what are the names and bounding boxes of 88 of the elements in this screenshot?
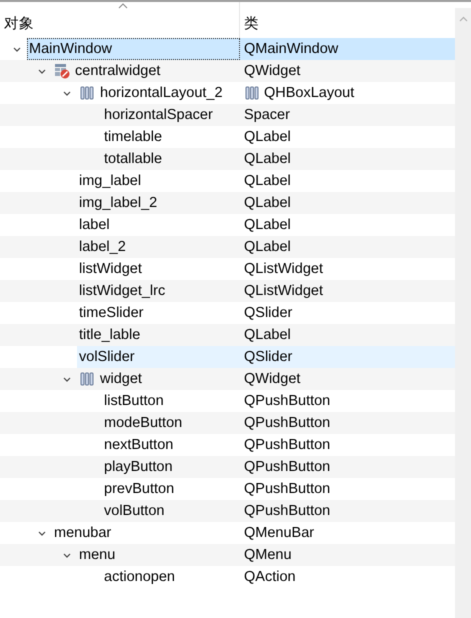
item-name: title_lable <box>79 327 140 343</box>
class-name: QAction <box>244 569 296 585</box>
class-name: QLabel <box>244 195 291 211</box>
class-name: QLabel <box>244 173 291 189</box>
item-name: menubar <box>54 525 112 541</box>
item-name: label_2 <box>79 239 126 255</box>
tree-item-background[interactable]: widget <box>77 368 240 390</box>
tree-item-background[interactable]: modeButton <box>102 412 240 434</box>
class-name: QMenu <box>244 547 292 563</box>
tree-item-background[interactable]: label <box>77 214 240 236</box>
tree-item-background[interactable]: totallable <box>102 148 240 170</box>
class-name: QLabel <box>244 327 291 343</box>
tree-item-background[interactable]: volSlider <box>77 346 240 368</box>
item-name: listWidget_lrc <box>79 283 166 299</box>
class-name: QPushButton <box>244 459 330 475</box>
item-name: menu <box>79 547 116 563</box>
tree-item-background[interactable]: nextButton <box>102 434 240 456</box>
tree-item-background[interactable]: MainWindow <box>27 38 240 60</box>
expand-chevron-icon[interactable] <box>12 45 22 53</box>
tree-item-background[interactable]: listWidget_lrc <box>77 280 240 302</box>
tree-item-background[interactable]: playButton <box>102 456 240 478</box>
class-name: QPushButton <box>244 503 330 519</box>
tree-item-background[interactable]: prevButton <box>102 478 240 500</box>
tree-item-background[interactable]: img_label <box>77 170 240 192</box>
class-name: QPushButton <box>244 481 330 497</box>
column-header[interactable]: 类 <box>244 14 259 33</box>
item-name: MainWindow <box>29 41 112 57</box>
item-name: listWidget <box>79 261 142 277</box>
tree-item-background[interactable]: actionopen <box>102 566 240 588</box>
class-name: QLabel <box>244 129 291 145</box>
class-name: QListWidget <box>244 283 323 299</box>
class-name: QWidget <box>244 371 300 387</box>
class-name: QLabel <box>244 239 291 255</box>
sort-caret-icon <box>117 2 129 10</box>
column-header[interactable]: 对象 <box>4 14 34 33</box>
expand-chevron-icon[interactable] <box>62 89 72 97</box>
item-name: nextButton <box>104 437 174 453</box>
tree-item-background[interactable]: centralwidget <box>52 60 240 82</box>
item-name: listButton <box>104 393 164 409</box>
class-name: QListWidget <box>244 261 323 277</box>
columns-icon <box>79 371 95 387</box>
class-name: Spacer <box>244 107 290 123</box>
item-name: modeButton <box>104 415 182 431</box>
item-name: centralwidget <box>75 63 160 79</box>
expand-chevron-icon[interactable] <box>62 375 72 383</box>
columns-icon <box>79 85 95 101</box>
class-name: QLabel <box>244 217 291 233</box>
class-name: QSlider <box>244 349 292 365</box>
tree-item-background[interactable]: menu <box>77 544 240 566</box>
item-name: volButton <box>104 503 164 519</box>
tree-item-background[interactable]: label_2 <box>77 236 240 258</box>
class-name: QMainWindow <box>244 41 338 57</box>
class-name: QPushButton <box>244 393 330 409</box>
tree-item-background[interactable]: listButton <box>102 390 240 412</box>
item-name: timeSlider <box>79 305 144 321</box>
tree-item-background[interactable]: menubar <box>52 522 240 544</box>
tree-item-background[interactable]: horizontalSpacer <box>102 104 240 126</box>
item-name: volSlider <box>79 349 135 365</box>
item-name: timelable <box>104 129 162 145</box>
tree-item-background[interactable]: title_lable <box>77 324 240 346</box>
widget-icon <box>54 63 70 79</box>
expand-chevron-icon[interactable] <box>62 551 72 559</box>
expand-chevron-icon[interactable] <box>36 67 46 75</box>
item-name: prevButton <box>104 481 174 497</box>
item-name: img_label_2 <box>79 195 158 211</box>
class-name: QWidget <box>244 63 300 79</box>
tree-item-background[interactable]: timeSlider <box>77 302 240 324</box>
tree-item-background[interactable]: img_label_2 <box>77 192 240 214</box>
class-name: QMenuBar <box>244 525 314 541</box>
item-name: img_label <box>79 173 142 189</box>
class-name: QLabel <box>244 151 291 167</box>
item-name: totallable <box>104 151 162 167</box>
tree-item-background[interactable]: horizontalLayout_2 <box>77 82 240 104</box>
item-name: label <box>79 217 110 233</box>
columns-icon <box>244 85 260 101</box>
tree-item-background[interactable]: volButton <box>102 500 240 522</box>
item-name: horizontalLayout_2 <box>100 85 223 101</box>
tree-item-background[interactable]: timelable <box>102 126 240 148</box>
item-name: widget <box>100 371 142 387</box>
class-name: QHBoxLayout <box>264 85 354 101</box>
class-name: QPushButton <box>244 437 330 453</box>
item-name: playButton <box>104 459 173 475</box>
expand-chevron-icon[interactable] <box>36 529 46 537</box>
tree-item-background[interactable]: listWidget <box>77 258 240 280</box>
item-name: actionopen <box>104 569 175 585</box>
class-name: QPushButton <box>244 415 330 431</box>
class-name: QSlider <box>244 305 292 321</box>
item-name: horizontalSpacer <box>104 107 213 123</box>
